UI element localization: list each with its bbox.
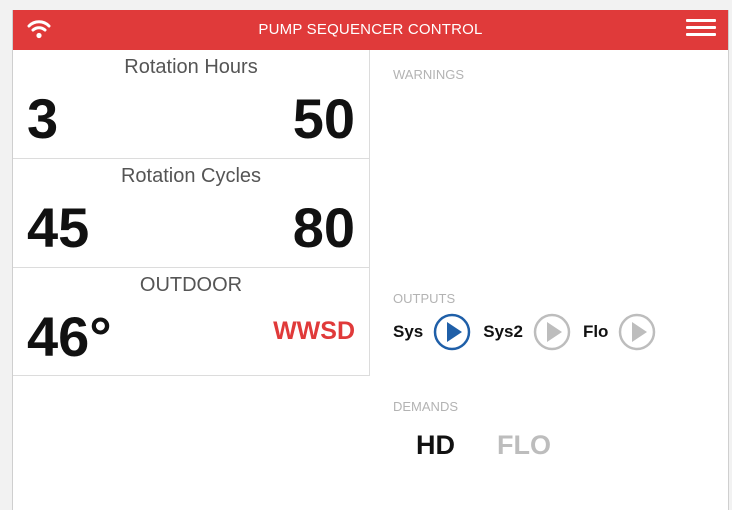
demand-hd: HD [416, 430, 455, 460]
page-title: PUMP SEQUENCER CONTROL [258, 21, 483, 38]
outdoor-panel: OUTDOOR 46° WWSD [13, 268, 369, 376]
rotation-cycles-label: Rotation Cycles [120, 165, 262, 187]
outdoor-temperature: 46° [27, 305, 112, 368]
rotation-hours-label: Rotation Hours [124, 56, 258, 78]
play-icon[interactable] [433, 313, 471, 351]
output-sys2-label: Sys2 [483, 322, 523, 341]
rotation-hours-panel: Rotation Hours 3 50 [13, 50, 369, 159]
hamburger-menu-icon[interactable] [686, 19, 716, 39]
outputs-label: OUTPUTS [393, 291, 456, 306]
output-flo[interactable]: Flo [583, 313, 657, 351]
warnings-label: WARNINGS [393, 67, 465, 82]
rotation-cycles-left-value: 45 [27, 196, 90, 259]
rotation-cycles-panel: Rotation Cycles 45 80 [13, 159, 369, 268]
panel-divider [369, 50, 370, 376]
demands-label: DEMANDS [393, 399, 459, 414]
outdoor-label: OUTDOOR [139, 274, 243, 296]
header-bar: PUMP SEQUENCER CONTROL [13, 10, 728, 50]
outputs-row: Sys Sys2 Flo [393, 312, 668, 352]
output-flo-label: Flo [582, 322, 609, 341]
rotation-hours-right-value: 50 [292, 87, 355, 150]
rotation-cycles-right-value: 80 [292, 196, 355, 259]
app-frame: PUMP SEQUENCER CONTROL Rotation Hours 3 … [12, 10, 729, 510]
left-panel: Rotation Hours 3 50 Rotation Cycles 45 8… [13, 50, 369, 376]
outdoor-status: WWSD [273, 317, 355, 345]
play-icon[interactable] [618, 313, 656, 351]
output-sys[interactable]: Sys [393, 313, 471, 351]
play-icon[interactable] [533, 313, 571, 351]
demand-flo: FLO [497, 430, 551, 460]
output-sys-label: Sys [393, 322, 424, 341]
demands-row: HD FLO [416, 430, 593, 461]
output-sys2[interactable]: Sys2 [483, 313, 571, 351]
rotation-hours-left-value: 3 [27, 87, 59, 150]
